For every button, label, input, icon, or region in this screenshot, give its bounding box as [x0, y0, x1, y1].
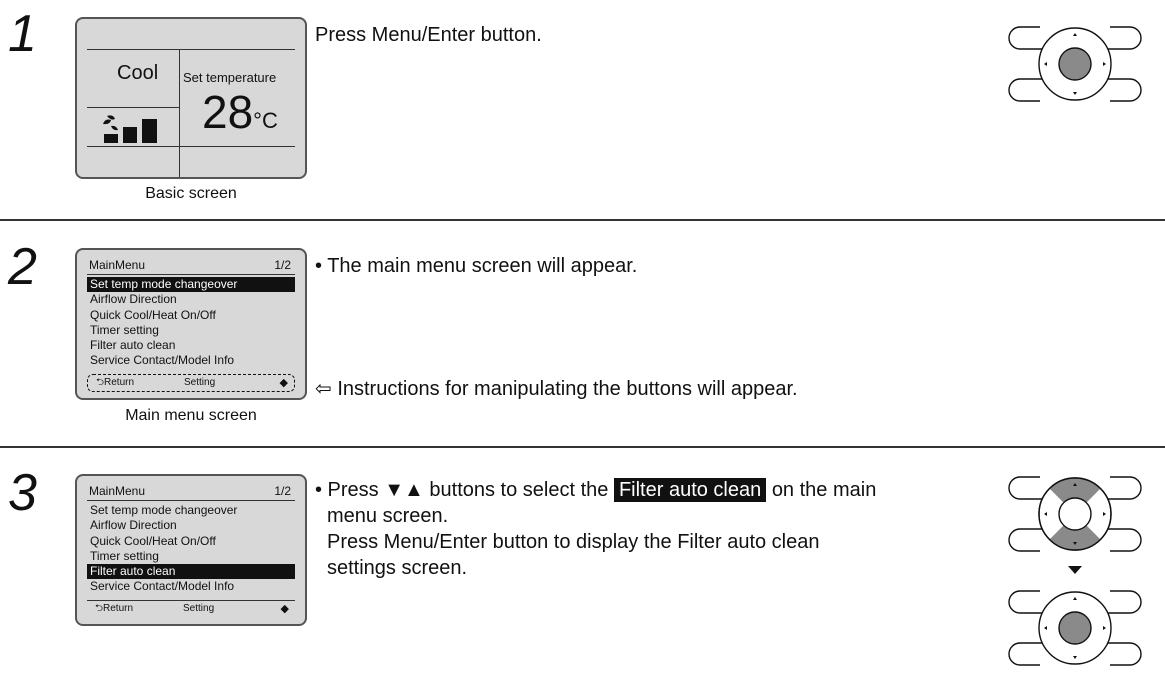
- caption-basic-screen: Basic screen: [145, 185, 237, 202]
- mode-label: Cool: [117, 62, 159, 84]
- return-icon: ⮌: [96, 377, 105, 388]
- temperature-value: 28°C: [202, 86, 278, 138]
- menu-item[interactable]: Timer setting: [87, 549, 295, 564]
- step-number-1: 1: [8, 5, 37, 63]
- menu-item[interactable]: Filter auto clean: [87, 564, 295, 580]
- arrow-down-icon: [1066, 563, 1084, 575]
- footer-return: ⮌Return: [96, 377, 135, 388]
- menu-title: MainMenu: [89, 258, 146, 272]
- menu-item[interactable]: Airflow Direction: [87, 518, 295, 533]
- step3-line1: • Press ▼▲ buttons to select the Filter …: [315, 478, 877, 502]
- menu-item[interactable]: Airflow Direction: [87, 292, 295, 307]
- up-down-icon: ◆: [280, 603, 289, 615]
- up-down-icon: ◆: [279, 377, 288, 389]
- step3-line3: Press Menu/Enter button to display the F…: [327, 531, 820, 553]
- highlight-filter-auto-clean: Filter auto clean: [613, 478, 767, 502]
- set-temperature-label: Set temperature: [183, 70, 277, 85]
- menu-item[interactable]: Service Contact/Model Info: [87, 353, 295, 368]
- step-number-3: 3: [8, 464, 37, 522]
- menu-item[interactable]: Quick Cool/Heat On/Off: [87, 308, 295, 323]
- menu-page: 1/2: [274, 258, 291, 272]
- menu-item[interactable]: Service Contact/Model Info: [87, 579, 295, 594]
- menu-title: MainMenu: [89, 484, 146, 498]
- return-icon: ⮌: [95, 603, 104, 614]
- menu-item[interactable]: Set temp mode changeover: [87, 503, 295, 518]
- step3-line2: menu screen.: [327, 505, 449, 527]
- menu-footer: ⮌Return Setting ◆: [87, 600, 295, 617]
- main-menu-screen-selected: MainMenu 1/2 Set temp mode changeover Ai…: [75, 474, 307, 626]
- main-menu-screen: MainMenu 1/2 Set temp mode changeover Ai…: [75, 248, 307, 400]
- menu-header: MainMenu 1/2: [87, 258, 295, 275]
- footer-return: ⮌Return: [95, 603, 134, 614]
- remote-pad-icon: [1006, 586, 1144, 670]
- menu-header: MainMenu 1/2: [87, 484, 295, 501]
- footer-setting: Setting: [184, 377, 216, 388]
- menu-page: 1/2: [274, 484, 291, 498]
- divider-1: [0, 219, 1165, 221]
- menu-item[interactable]: Filter auto clean: [87, 338, 295, 353]
- fan-icon: [101, 114, 161, 144]
- divider-2: [0, 446, 1165, 448]
- menu-item[interactable]: Set temp mode changeover: [87, 277, 295, 293]
- menu-item[interactable]: Quick Cool/Heat On/Off: [87, 534, 295, 549]
- step1-instruction: Press Menu/Enter button.: [315, 24, 542, 46]
- basic-screen: Cool Set temperature 28°C: [75, 17, 307, 179]
- footer-setting: Setting: [183, 603, 215, 614]
- menu-item[interactable]: Timer setting: [87, 323, 295, 338]
- remote-pad-updown-icon: [1006, 472, 1144, 556]
- step2-bullet: • The main menu screen will appear.: [315, 255, 638, 277]
- step-number-2: 2: [8, 238, 37, 296]
- remote-pad-icon: [1006, 22, 1144, 106]
- step3-line4: settings screen.: [327, 557, 468, 579]
- menu-footer: ⮌Return Setting ◆: [87, 374, 295, 392]
- step2-note: ⇦ Instructions for manipulating the butt…: [315, 378, 798, 400]
- caption-main-menu: Main menu screen: [125, 407, 257, 424]
